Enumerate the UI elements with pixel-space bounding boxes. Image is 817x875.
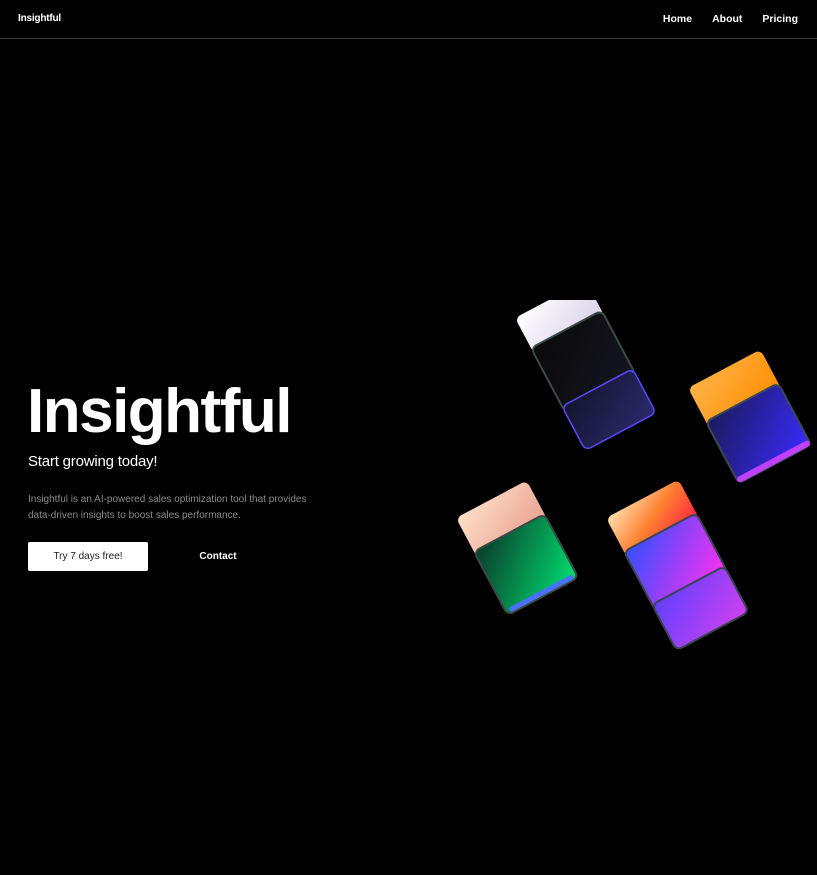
nav-links: Home About Pricing [643,13,798,25]
nav-link-about[interactable]: About [712,13,742,25]
hero-3d-blocks-illustration [458,300,811,650]
hero-description: Insightful is an AI-powered sales optimi… [28,494,307,521]
try-free-button[interactable]: Try 7 days free! [28,542,148,571]
top-navbar: Insightful Home About Pricing [0,0,817,39]
nav-link-home[interactable]: Home [663,13,692,25]
nav-link-pricing[interactable]: Pricing [762,13,798,25]
block-white-navy [517,300,655,450]
block-fire-magenta [608,481,748,650]
brand-logo[interactable]: Insightful [18,13,61,24]
hero-subtitle: Start growing today! [28,453,158,470]
block-peach-green [458,482,578,615]
contact-button[interactable]: Contact [182,542,254,571]
hero-title: Insightful [27,377,292,446]
block-orange-blue [690,351,811,483]
